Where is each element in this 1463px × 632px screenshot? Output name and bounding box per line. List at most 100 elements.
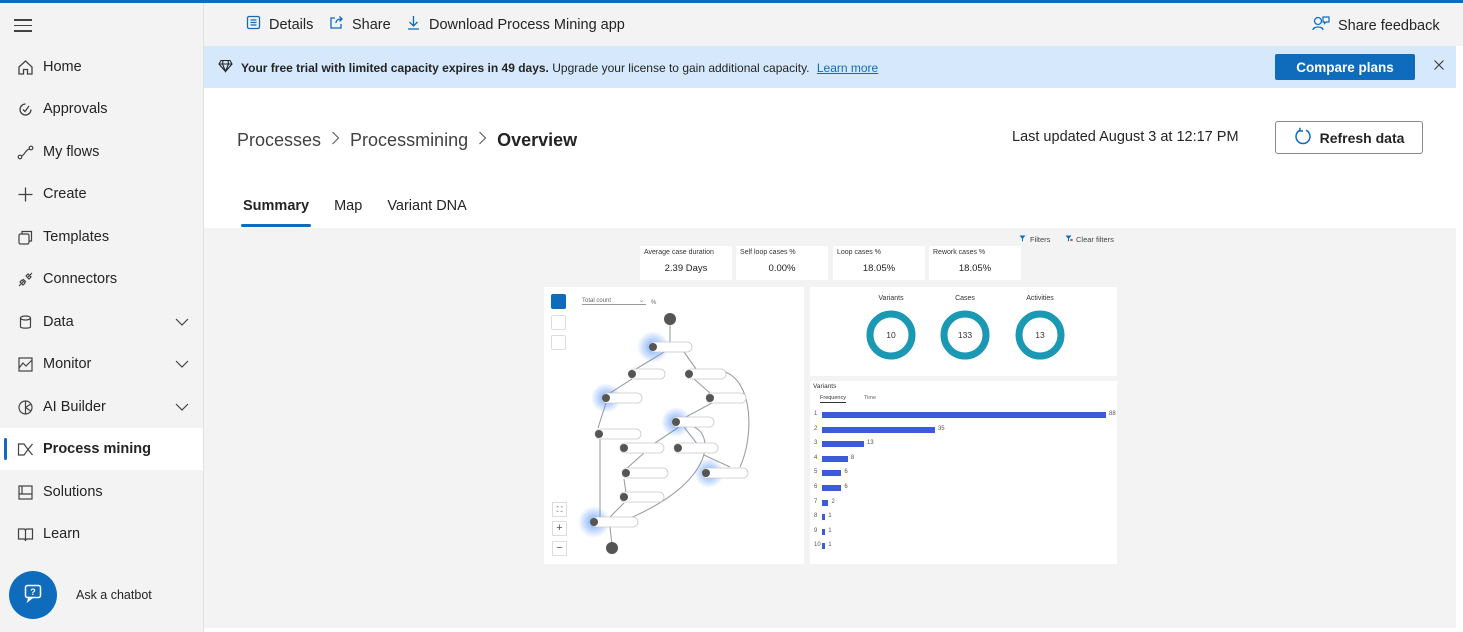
sidebar: Home Approvals My flows Create Templates… [0, 3, 204, 632]
chevron-down-icon[interactable] [175, 315, 189, 331]
variant-bar[interactable] [822, 514, 826, 521]
chevron-right-icon [331, 131, 340, 150]
learn-more-link[interactable]: Learn more [817, 61, 878, 75]
download-app-button[interactable]: Download Process Mining app [406, 15, 625, 34]
solutions-icon [16, 483, 34, 501]
variant-value-label: 1 [828, 527, 832, 534]
zoom-in-icon[interactable]: + [552, 521, 567, 536]
filters-label: Filters [1030, 235, 1051, 244]
sidebar-item-connectors[interactable]: Connectors [0, 258, 203, 300]
refresh-label: Refresh data [1319, 129, 1405, 146]
variant-rank-label: 1 [814, 411, 818, 417]
sidebar-item-my-flows[interactable]: My flows [0, 131, 203, 173]
kpi-card-average-duration: Average case duration 2.39 Days [640, 246, 732, 280]
sidebar-item-home[interactable]: Home [0, 46, 203, 88]
variant-rank-label: 7 [814, 498, 818, 505]
breadcrumb-processmining[interactable]: Processmining [350, 130, 468, 151]
donut-value-variants: 10 [886, 330, 896, 340]
sidebar-item-label: Data [43, 314, 74, 330]
zoom-out-icon[interactable]: − [552, 541, 567, 556]
chatbot-label: Ask a chatbot [76, 588, 152, 602]
variant-value-label: 1 [828, 542, 832, 549]
book-icon [16, 525, 34, 543]
variant-bar[interactable] [822, 441, 864, 448]
tab-summary[interactable]: Summary [240, 198, 312, 228]
kpi-card-self-loop: Self loop cases % 0.00% [736, 246, 828, 280]
sidebar-item-solutions[interactable]: Solutions [0, 471, 203, 513]
sidebar-item-label: Connectors [43, 271, 118, 287]
clear-filters-label: Clear filters [1076, 235, 1114, 244]
filter-icon [1019, 235, 1026, 244]
variants-title: Variants [813, 383, 837, 390]
details-button[interactable]: Details [246, 15, 313, 34]
banner-text: Upgrade your license to gain additional … [548, 61, 810, 75]
ai-builder-icon [16, 398, 34, 416]
trial-banner: Your free trial with limited capacity ex… [204, 46, 1456, 88]
sidebar-item-label: Home [43, 59, 82, 75]
kpi-label: Loop cases % [837, 249, 881, 256]
variant-bar[interactable] [822, 543, 826, 550]
chatbot-button[interactable]: ? [9, 571, 57, 619]
connectors-icon [16, 270, 34, 288]
breadcrumb-processes[interactable]: Processes [237, 130, 321, 151]
refresh-icon [1294, 127, 1320, 148]
share-feedback-button[interactable]: Share feedback [1312, 15, 1440, 36]
compare-plans-button[interactable]: Compare plans [1275, 54, 1415, 80]
hamburger-menu-icon[interactable] [14, 15, 34, 35]
sidebar-item-templates[interactable]: Templates [0, 216, 203, 258]
variant-bar[interactable] [822, 485, 842, 491]
feedback-label: Share feedback [1338, 17, 1440, 34]
monitor-icon [16, 355, 34, 373]
sidebar-item-monitor[interactable]: Monitor [0, 343, 203, 385]
home-icon [16, 58, 34, 76]
variant-value-label: 88 [1109, 411, 1116, 417]
variant-value-label: 13 [866, 440, 874, 447]
variant-value-label: 6 [844, 484, 848, 490]
diamond-icon [218, 59, 233, 78]
sidebar-item-label: Process mining [43, 441, 151, 457]
kpi-value: 2.39 Days [664, 263, 708, 274]
chevron-down-icon[interactable] [175, 357, 189, 373]
sidebar-item-label: Approvals [43, 101, 108, 117]
variant-bar[interactable] [822, 455, 848, 462]
share-icon [329, 15, 352, 34]
sidebar-item-approvals[interactable]: Approvals [0, 88, 203, 130]
chevron-down-icon[interactable] [175, 400, 189, 416]
feedback-icon [1312, 15, 1338, 36]
close-icon[interactable] [1433, 58, 1445, 76]
variant-rank-label: 6 [814, 484, 818, 490]
download-label: Download Process Mining app [429, 16, 625, 33]
chat-icon: ? [23, 583, 43, 608]
sidebar-item-learn[interactable]: Learn [0, 513, 203, 555]
variant-bar[interactable] [822, 470, 842, 477]
clear-filters-button[interactable]: Clear filters [1065, 235, 1114, 244]
variant-bar[interactable] [822, 499, 829, 506]
flows-icon [16, 143, 34, 161]
filters-button[interactable]: Filters [1019, 235, 1050, 244]
tab-variant-dna[interactable]: Variant DNA [387, 198, 467, 228]
breadcrumb: Processes Processmining Overview [237, 130, 577, 151]
variant-bar[interactable] [822, 426, 935, 433]
sidebar-item-label: My flows [43, 144, 100, 160]
variant-rank-label: 5 [814, 469, 818, 476]
share-label: Share [352, 16, 391, 33]
sidebar-item-data[interactable]: Data [0, 301, 203, 343]
sidebar-item-create[interactable]: Create [0, 173, 203, 215]
tab-time[interactable]: Time [864, 395, 876, 401]
refresh-data-button[interactable]: Refresh data [1275, 121, 1423, 154]
tab-bar: Summary Map Variant DNA [240, 198, 492, 228]
tab-frequency[interactable]: Frequency [820, 395, 846, 403]
kpi-card-loop-cases: Loop cases % 18.05% [833, 246, 925, 280]
tab-map[interactable]: Map [334, 198, 362, 228]
donut-value-activities: 13 [1035, 330, 1045, 340]
approvals-icon [16, 100, 34, 118]
sidebar-item-ai-builder[interactable]: AI Builder [0, 386, 203, 428]
variant-bar[interactable] [822, 528, 826, 535]
kpi-value: 18.05% [958, 263, 992, 274]
variant-value-label: 6 [844, 469, 848, 476]
share-button[interactable]: Share [329, 15, 391, 34]
sidebar-item-process-mining[interactable]: Process mining [0, 428, 203, 470]
fit-view-icon[interactable]: ⛶ [552, 502, 567, 517]
variant-bar[interactable] [822, 412, 1106, 418]
process-map-panel[interactable]: Total count ⌄ % ⛶ + − [544, 287, 804, 564]
